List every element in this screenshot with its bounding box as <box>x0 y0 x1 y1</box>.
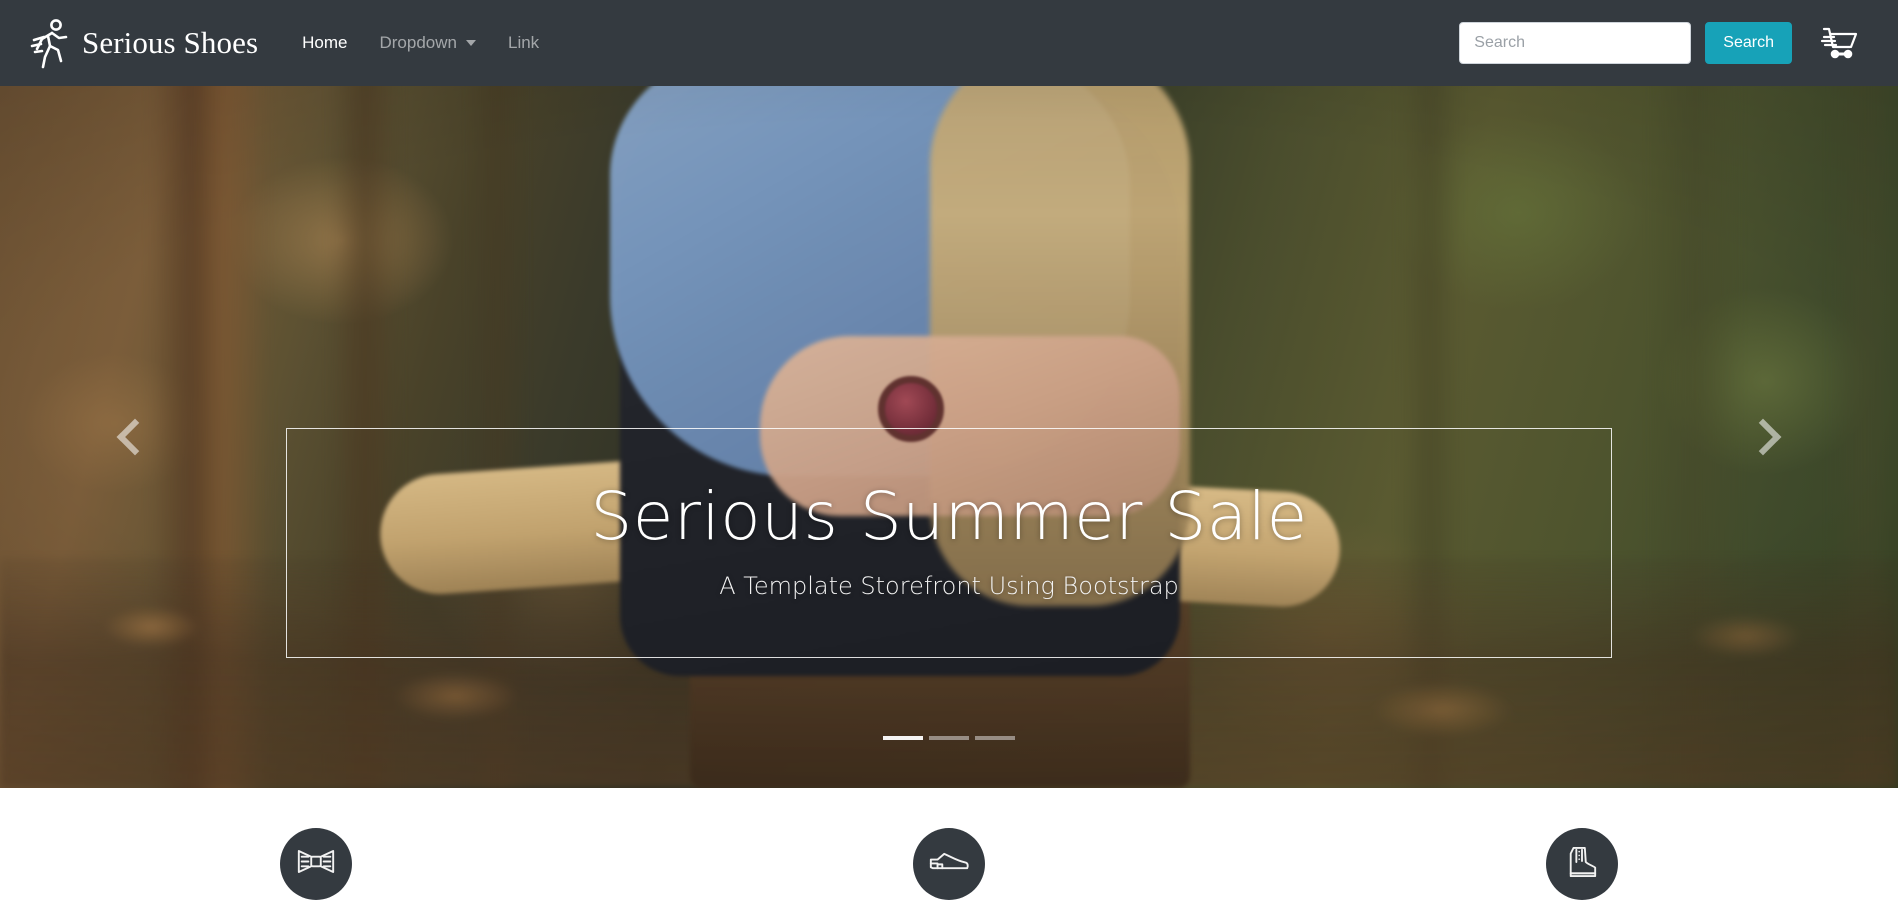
search-input[interactable] <box>1459 22 1692 64</box>
brand-logo-link[interactable]: Serious Shoes <box>28 17 258 69</box>
feature-circle <box>280 828 353 900</box>
carousel-indicator-1[interactable] <box>883 736 923 740</box>
nav-item-link: Link <box>492 25 555 61</box>
hero-carousel: Serious Summer Sale A Template Storefron… <box>0 86 1898 788</box>
feature-icon-strip <box>0 788 1898 910</box>
search-button[interactable]: Search <box>1705 22 1792 64</box>
nav-item-dropdown: Dropdown <box>363 25 492 61</box>
carousel-next-button[interactable] <box>1708 86 1818 788</box>
primary-nav: Home Dropdown Link <box>286 25 555 61</box>
navbar-right-group: Search <box>1459 22 1874 64</box>
feature-circle <box>913 828 985 900</box>
feature-item-bow-tie[interactable] <box>0 788 633 910</box>
nav-item-home: Home <box>286 25 363 61</box>
nav-link-home-label: Home <box>302 33 348 52</box>
carousel-prev-button[interactable] <box>80 86 190 788</box>
nav-link-home[interactable]: Home <box>286 25 363 61</box>
carousel-caption-box: Serious Summer Sale A Template Storefron… <box>286 428 1612 658</box>
nav-link-dropdown-label: Dropdown <box>379 33 457 52</box>
boot-icon <box>1566 845 1598 884</box>
feature-item-dress-shoe[interactable] <box>633 788 1266 910</box>
chevron-left-icon <box>116 418 154 456</box>
hero-subtitle: A Template Storefront Using Bootstrap <box>719 571 1179 600</box>
feature-item-boot[interactable] <box>1265 788 1898 910</box>
bow-tie-icon <box>295 848 337 880</box>
nav-link-link[interactable]: Link <box>492 25 555 61</box>
running-person-icon <box>28 17 72 69</box>
chevron-right-icon <box>1744 418 1782 456</box>
dress-shoe-icon <box>927 848 971 880</box>
carousel-indicators <box>0 736 1898 740</box>
chevron-down-icon <box>465 40 476 46</box>
brand-name: Serious Shoes <box>82 25 259 60</box>
nav-link-link-label: Link <box>507 33 540 52</box>
carousel-indicator-3[interactable] <box>975 736 1015 740</box>
hero-title: Serious Summer Sale <box>590 478 1308 556</box>
main-navbar: Serious Shoes Home Dropdown Link Search <box>0 0 1898 86</box>
feature-circle <box>1545 828 1618 900</box>
cart-button[interactable] <box>1818 25 1858 62</box>
carousel-indicator-2[interactable] <box>929 736 969 740</box>
shopping-cart-icon <box>1818 25 1858 62</box>
nav-link-dropdown[interactable]: Dropdown <box>363 25 492 61</box>
